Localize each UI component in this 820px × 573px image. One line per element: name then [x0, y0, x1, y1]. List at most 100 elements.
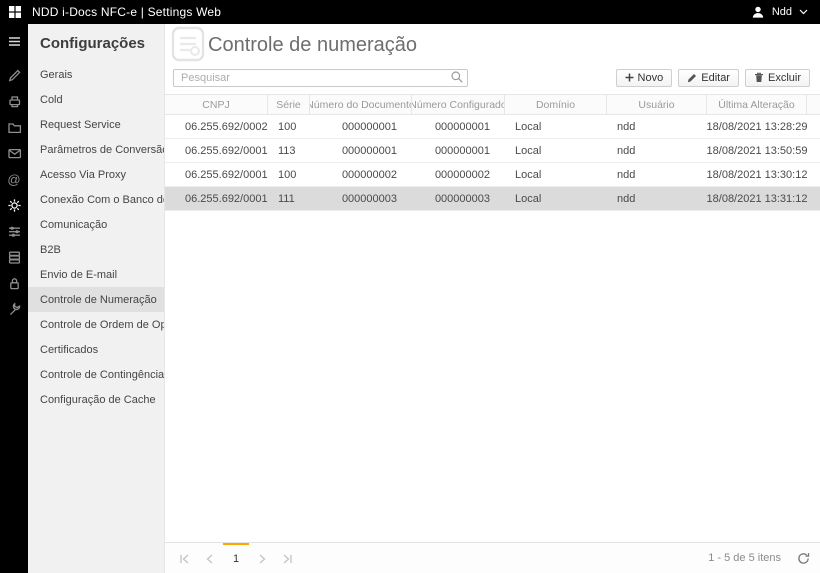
- rail-item-webservice[interactable]: @: [0, 166, 28, 192]
- rail-item-filters[interactable]: [0, 218, 28, 244]
- sidebar-item-cold[interactable]: Cold: [28, 87, 164, 112]
- sidebar-item-controle-contingencia[interactable]: Controle de Contingência: [28, 362, 164, 387]
- sidebar-heading: Configurações: [28, 24, 164, 62]
- delete-button[interactable]: Excluir: [745, 69, 810, 87]
- sidebar-item-parametros-conversao[interactable]: Parâmetros de Conversão: [28, 137, 164, 162]
- sidebar-item-gerais[interactable]: Gerais: [28, 62, 164, 87]
- cell-dominio: Local: [505, 139, 607, 162]
- table-row[interactable]: 06.255.692/0001-01 100 000000002 0000000…: [165, 163, 820, 187]
- app-window: NDD i-Docs NFC-e | Settings Web Ndd: [0, 0, 820, 573]
- grid-toolbar: Novo Editar Excluir: [165, 66, 820, 94]
- search-box: [173, 68, 468, 87]
- sidebar-item-controle-ordem-operacao[interactable]: Controle de Ordem de Operação: [28, 312, 164, 337]
- pencil-icon: [687, 73, 697, 83]
- column-header-cnpj[interactable]: CNPJ: [165, 95, 268, 114]
- pager-previous-button[interactable]: [197, 543, 223, 573]
- column-header-filler: [807, 95, 820, 114]
- column-header-usuario[interactable]: Usuário: [607, 95, 707, 114]
- trash-icon: [754, 72, 764, 83]
- search-input[interactable]: [173, 69, 468, 87]
- pager-page-1[interactable]: 1: [223, 543, 249, 573]
- wrench-icon: [7, 302, 22, 317]
- sidebar-item-envio-email[interactable]: Envio de E-mail: [28, 262, 164, 287]
- cell-usuario: ndd: [607, 187, 707, 210]
- numbering-page-icon: [168, 24, 208, 64]
- cell-filler: [807, 163, 820, 186]
- delete-button-label: Excluir: [768, 72, 801, 84]
- rail-item-mail[interactable]: [0, 140, 28, 166]
- sidebar-item-comunicacao[interactable]: Comunicação: [28, 212, 164, 237]
- cell-serie: 111: [268, 187, 310, 210]
- table-row[interactable]: 06.255.692/0001-01 113 000000001 0000000…: [165, 139, 820, 163]
- pager-next-button[interactable]: [249, 543, 275, 573]
- app-grid-icon[interactable]: [8, 5, 22, 19]
- sliders-icon: [7, 224, 22, 239]
- cell-cnpj: 06.255.692/0001-01: [165, 163, 268, 186]
- sidebar-item-request-service[interactable]: Request Service: [28, 112, 164, 137]
- column-header-dominio[interactable]: Domínio: [505, 95, 607, 114]
- pager-first-button[interactable]: [171, 543, 197, 573]
- pager-items-text: 1 - 5 de 5 itens: [708, 552, 781, 564]
- cell-numero-configurado: 000000001: [412, 139, 505, 162]
- cell-serie: 100: [268, 115, 310, 138]
- pager-last-button[interactable]: [275, 543, 301, 573]
- cell-ultima-alteracao: 18/08/2021 13:50:59: [707, 139, 807, 162]
- icon-rail: @: [0, 24, 28, 573]
- column-header-ultima-alteracao[interactable]: Última Alteração: [707, 95, 807, 114]
- sidebar-item-b2b[interactable]: B2B: [28, 237, 164, 262]
- cell-usuario: ndd: [607, 115, 707, 138]
- cell-numero-documento: 000000002: [310, 163, 412, 186]
- sidebar-item-configuracao-cache[interactable]: Configuração de Cache: [28, 387, 164, 412]
- settings-sidebar: Configurações Gerais Cold Request Servic…: [28, 24, 165, 573]
- sidebar-item-acesso-proxy[interactable]: Acesso Via Proxy: [28, 162, 164, 187]
- rail-item-security[interactable]: [0, 270, 28, 296]
- user-menu[interactable]: Ndd: [751, 5, 808, 19]
- refresh-button[interactable]: [797, 552, 810, 565]
- pager: 1 1 - 5 de 5 itens: [165, 542, 820, 573]
- cell-cnpj: 06.255.692/0002-86: [165, 115, 268, 138]
- menu-icon: [7, 34, 22, 49]
- cell-filler: [807, 115, 820, 138]
- cell-numero-documento: 000000003: [310, 187, 412, 210]
- cell-filler: [807, 139, 820, 162]
- chevron-down-icon: [799, 9, 808, 15]
- page-header: Controle de numeração: [165, 24, 820, 66]
- rail-item-settings[interactable]: [0, 192, 28, 218]
- next-page-icon: [256, 553, 268, 565]
- sidebar-item-controle-numeracao[interactable]: Controle de Numeração: [28, 287, 164, 312]
- grid-header-row: CNPJ Série Número do Documento Número Co…: [165, 94, 820, 115]
- new-button[interactable]: Novo: [616, 69, 673, 87]
- printer-icon: [7, 94, 22, 109]
- edit-button[interactable]: Editar: [678, 69, 739, 87]
- cell-cnpj: 06.255.692/0001-01: [165, 139, 268, 162]
- cell-dominio: Local: [505, 163, 607, 186]
- servers-icon: [7, 250, 22, 265]
- cell-numero-documento: 000000001: [310, 139, 412, 162]
- column-header-numero-documento[interactable]: Número do Documento: [310, 95, 412, 114]
- rail-item-printer[interactable]: [0, 88, 28, 114]
- pen-icon: [7, 68, 22, 83]
- column-header-serie[interactable]: Série: [268, 95, 310, 114]
- first-page-icon: [178, 553, 190, 565]
- rail-item-servers[interactable]: [0, 244, 28, 270]
- page-title: Controle de numeração: [208, 34, 417, 57]
- main-content: Controle de numeração Novo: [165, 24, 820, 573]
- sidebar-item-certificados[interactable]: Certificados: [28, 337, 164, 362]
- rail-item-maintenance[interactable]: [0, 296, 28, 322]
- rail-item-folder[interactable]: [0, 114, 28, 140]
- column-header-numero-configurado[interactable]: Número Configurado: [412, 95, 505, 114]
- sidebar-item-conexao-banco[interactable]: Conexão Com o Banco de Dados: [28, 187, 164, 212]
- rail-item-menu[interactable]: [0, 28, 28, 54]
- cell-ultima-alteracao: 18/08/2021 13:28:29: [707, 115, 807, 138]
- table-row[interactable]: 06.255.692/0002-86 100 000000001 0000000…: [165, 115, 820, 139]
- pager-right: 1 - 5 de 5 itens: [708, 543, 810, 573]
- rail-item-tools[interactable]: [0, 62, 28, 88]
- new-button-label: Novo: [638, 72, 664, 84]
- lock-icon: [7, 276, 22, 291]
- refresh-icon: [797, 552, 810, 565]
- table-row-selected[interactable]: 06.255.692/0001-01 111 000000003 0000000…: [165, 187, 820, 211]
- cell-numero-configurado: 000000003: [412, 187, 505, 210]
- cell-serie: 100: [268, 163, 310, 186]
- cell-numero-documento: 000000001: [310, 115, 412, 138]
- search-icon[interactable]: [450, 70, 464, 84]
